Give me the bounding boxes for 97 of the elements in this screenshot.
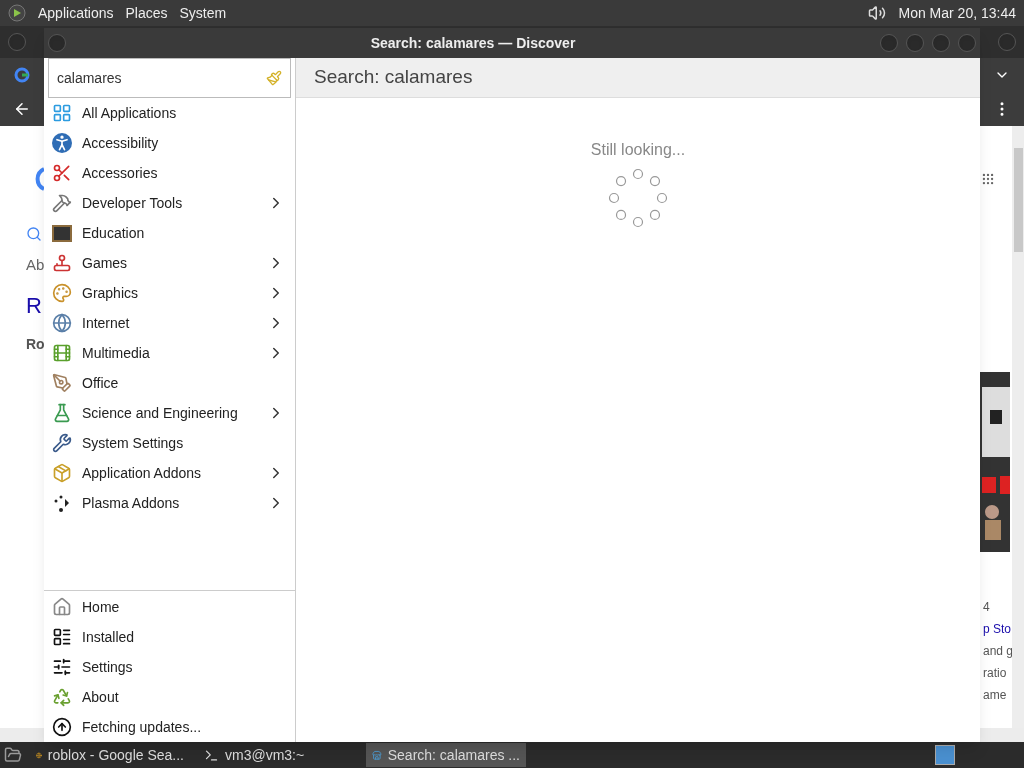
category-label: Application Addons [82,463,203,483]
category-label: Graphics [82,283,140,303]
page-title: Search: calamares [314,65,473,90]
page-text: ame [983,687,1007,704]
panel-menu[interactable]: System [179,2,227,24]
category-label: Education [82,223,146,243]
close-button[interactable] [958,34,976,52]
nav-item[interactable]: Installed [44,622,295,652]
status-text: Still looking... [590,140,686,160]
nav-item[interactable]: Settings [44,652,295,682]
list-icon [52,627,72,647]
clock[interactable]: Mon Mar 20, 13:44 [898,2,1016,24]
category-label: Multimedia [82,343,151,363]
page-text: R [26,291,42,320]
desktop-icon[interactable] [4,746,22,764]
category-item[interactable]: Graphics [44,278,295,308]
nav-label: Settings [82,657,133,677]
terminal-icon [204,747,219,763]
scissors-icon [52,163,72,183]
apps-grid-icon[interactable] [981,172,995,186]
person-icon [52,133,72,153]
category-item[interactable]: Plasma Addons [44,488,295,518]
category-label: Internet [82,313,131,333]
category-item[interactable]: Internet [44,308,295,338]
chalkboard-icon [52,224,72,242]
category-item[interactable]: Accessibility [44,128,295,158]
pen-icon [52,373,72,393]
category-item[interactable]: Science and Engineering [44,398,295,428]
grid-icon [52,103,72,123]
scrollbar-thumb[interactable] [1013,148,1023,252]
globe-icon [52,313,72,333]
arrow-up-circle-icon [52,717,72,737]
nav-item[interactable]: About [44,682,295,712]
window-title: Search: calamares — Discover [369,33,577,53]
tray-app-icon[interactable] [935,745,955,765]
brush-icon[interactable] [266,70,282,86]
window-button[interactable] [998,33,1016,51]
page-text: 4 [983,599,990,616]
minimize-button[interactable] [906,34,924,52]
window-menu-button[interactable] [48,34,66,52]
page-text: Ro [26,334,45,354]
category-item[interactable]: Multimedia [44,338,295,368]
nav-label: Installed [82,627,135,647]
package-icon [52,463,72,483]
nav-label: About [82,687,119,707]
joystick-icon [52,253,72,273]
scrollbar-track[interactable] [0,728,44,742]
category-item[interactable]: Games [44,248,295,278]
volume-icon[interactable] [868,4,887,22]
search-icon [26,226,42,242]
shade-button[interactable] [880,34,898,52]
category-label: Accessibility [82,133,160,153]
taskbar-button[interactable]: vm3@vm3:~ [198,743,358,767]
search-field[interactable]: calamares [48,58,291,98]
dots-icon [52,493,72,513]
category-label: All Applications [82,103,178,123]
spinner-icon [608,168,668,228]
taskbar-button[interactable]: Search: calamares ... [366,743,526,767]
category-label: Developer Tools [82,193,184,213]
category-item[interactable]: Office [44,368,295,398]
page-text: p Sto [983,621,1012,638]
nav-label: Fetching updates... [82,717,202,737]
page-text: and g [983,643,1014,660]
panel-menu[interactable]: Applications [38,2,114,24]
nav-label: Home [82,597,120,617]
category-item[interactable]: Education [44,218,295,248]
g-logo-icon [14,66,30,83]
page-text: Ab [26,255,45,275]
house-icon [52,597,72,617]
category-item[interactable]: Developer Tools [44,188,295,218]
category-label: Office [82,373,120,393]
flask-icon [52,403,72,423]
category-label: Plasma Addons [82,493,181,513]
play-logo-icon[interactable] [8,4,26,22]
taskbar-button[interactable]: roblox - Google Sea... [30,743,190,767]
window-button[interactable] [8,33,26,51]
panel-menu[interactable]: Places [125,2,168,24]
wrench-icon [52,433,72,453]
palette-icon [52,283,72,303]
category-item[interactable]: System Settings [44,428,295,458]
recycle-icon [52,687,72,707]
category-label: Accessories [82,163,159,183]
hammer-icon [52,193,72,213]
maximize-button[interactable] [932,34,950,52]
vertical-scrollbar[interactable] [1012,126,1024,728]
category-label: System Settings [82,433,185,453]
scrollbar-track[interactable] [980,728,1024,742]
category-item[interactable]: All Applications [44,98,295,128]
page-text: ratio [983,665,1007,682]
category-item[interactable]: Accessories [44,158,295,188]
category-item[interactable]: Application Addons [44,458,295,488]
nav-item[interactable]: Home [44,592,295,622]
category-label: Science and Engineering [82,403,239,423]
nav-item[interactable]: Fetching updates... [44,712,295,742]
film-icon [52,343,72,363]
sliders-icon [52,657,72,677]
category-label: Games [82,253,129,273]
